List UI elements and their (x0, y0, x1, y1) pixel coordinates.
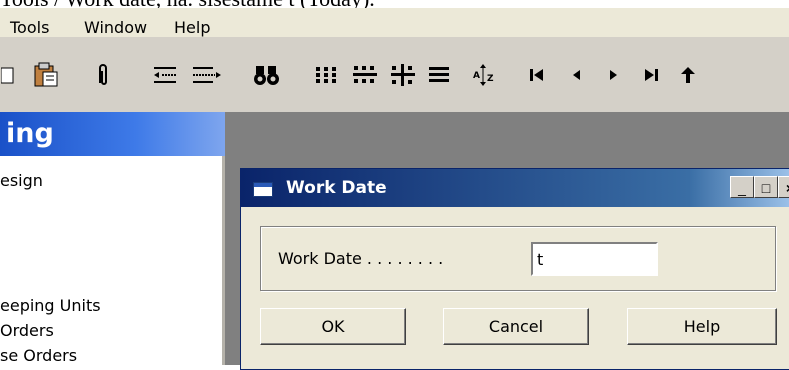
next-record-icon[interactable] (604, 60, 624, 90)
paperclip-icon[interactable] (92, 60, 114, 90)
close-button[interactable]: × (778, 176, 789, 198)
table-icon (253, 182, 273, 197)
menu-bar: Tools Window Help (0, 8, 789, 37)
find-icon[interactable] (252, 60, 282, 90)
last-record-icon[interactable] (640, 60, 662, 90)
svg-text:Z: Z (487, 74, 494, 84)
cancel-button[interactable]: Cancel (443, 308, 589, 345)
toolbar: AZ (0, 37, 789, 113)
paste-icon[interactable] (32, 60, 62, 90)
list-icon[interactable] (426, 60, 452, 90)
svg-text:A: A (473, 71, 480, 81)
copy-icon[interactable] (0, 60, 16, 90)
pane-item-design[interactable]: esign (0, 171, 43, 190)
work-date-input[interactable] (531, 242, 658, 276)
filter-icon[interactable] (352, 60, 378, 90)
menu-help[interactable]: Help (174, 18, 210, 37)
ok-button[interactable]: OK (260, 308, 406, 345)
indent-icon[interactable] (190, 60, 224, 90)
help-button[interactable]: Help (627, 308, 777, 345)
pane-header: ing (0, 112, 226, 156)
pane-item-keeping-units[interactable]: eeping Units (0, 296, 101, 315)
navigation-pane: ing esign eeping Units Orders se Orders (0, 112, 226, 365)
outdent-icon[interactable] (150, 60, 180, 90)
up-icon[interactable] (676, 60, 700, 90)
dialog-titlebar[interactable]: Work Date _ □ × (241, 169, 789, 207)
menu-window[interactable]: Window (84, 18, 147, 37)
work-date-label: Work Date . . . . . . . . (278, 249, 444, 268)
document-caption: Tools / Work date, ha. sisestame t (Toda… (0, 0, 789, 8)
minimize-button[interactable]: _ (730, 176, 754, 198)
previous-record-icon[interactable] (566, 60, 586, 90)
az-sort-icon[interactable]: AZ (470, 60, 496, 90)
work-date-group: Work Date . . . . . . . . (260, 226, 776, 291)
maximize-button[interactable]: □ (754, 176, 778, 198)
field-filter-icon[interactable] (390, 60, 416, 90)
sort-icon[interactable] (313, 60, 339, 90)
work-date-dialog: Work Date _ □ × Work Date . . . . . . . … (240, 168, 789, 370)
pane-item-purchase-orders[interactable]: se Orders (0, 346, 77, 365)
menu-tools[interactable]: Tools (10, 18, 49, 37)
dialog-title: Work Date (286, 178, 387, 198)
pane-item-orders[interactable]: Orders (0, 321, 54, 340)
first-record-icon[interactable] (526, 60, 548, 90)
